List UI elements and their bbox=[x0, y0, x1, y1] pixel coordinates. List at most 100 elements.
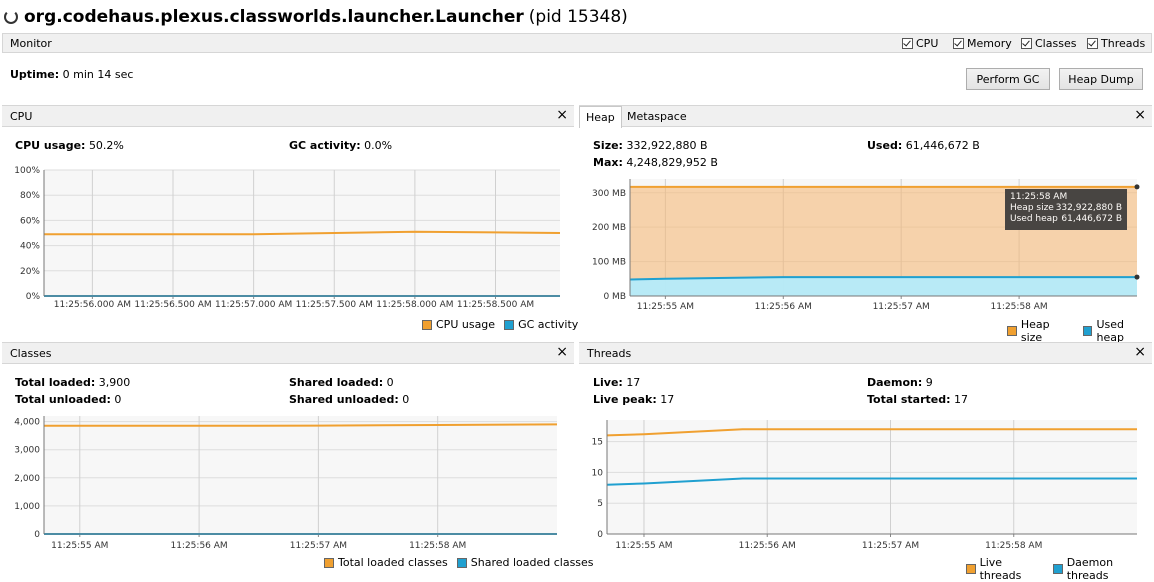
legend-label: Total loaded classes bbox=[338, 556, 448, 569]
checkbox-label: CPU bbox=[916, 37, 939, 50]
checkbox-memory[interactable]: Memory bbox=[953, 37, 1012, 50]
checkbox-checked-icon bbox=[953, 38, 964, 49]
total-started-stat: Total started: 17 bbox=[867, 393, 968, 406]
heap-tooltip: 11:25:58 AM Heap size 332,922,880 B Used … bbox=[1005, 189, 1127, 230]
legend-swatch bbox=[324, 557, 334, 568]
x-tick-label: 11:25:56 AM bbox=[170, 541, 227, 551]
stat-label: Max: bbox=[593, 156, 623, 169]
close-icon[interactable]: × bbox=[1134, 344, 1146, 360]
tab-heap[interactable]: Heap bbox=[579, 106, 622, 128]
close-icon[interactable]: × bbox=[556, 344, 568, 360]
legend-label: CPU usage bbox=[436, 318, 496, 331]
uptime-value: 0 min 14 sec bbox=[62, 68, 134, 81]
y-tick-label: 5 bbox=[597, 499, 603, 509]
stat-label: Total started: bbox=[867, 393, 951, 406]
stat-label: GC activity: bbox=[289, 139, 361, 152]
y-tick-label: 200 MB bbox=[592, 223, 626, 233]
heap-legend: Heap size Used heap bbox=[1007, 318, 1154, 344]
panel-title: Classes bbox=[10, 347, 52, 360]
checkbox-label: Threads bbox=[1101, 37, 1146, 50]
cpu-legend: CPU usage GC activity bbox=[422, 318, 578, 331]
checkbox-label: Memory bbox=[967, 37, 1012, 50]
uptime-label: Uptime: bbox=[10, 68, 60, 81]
cpu-panel-header: CPU × bbox=[2, 105, 574, 127]
checkbox-checked-icon bbox=[902, 38, 913, 49]
stat-label: Daemon: bbox=[867, 376, 923, 389]
legend-swatch bbox=[422, 319, 432, 330]
stat-label: Total loaded: bbox=[15, 376, 96, 389]
stat-label: Size: bbox=[593, 139, 623, 152]
classes-chart: 0 1,000 2,000 3,000 4,000 11:25:55 AM 11:25:56… bbox=[14, 416, 558, 551]
threads-panel-header: Threads × bbox=[579, 342, 1152, 364]
daemon-stat: Daemon: 9 bbox=[867, 376, 933, 389]
heap-size-stat: Size: 332,922,880 B bbox=[593, 139, 708, 152]
stat-value: 9 bbox=[925, 376, 933, 389]
stat-value: 332,922,880 B bbox=[626, 139, 708, 152]
legend-label: Used heap bbox=[1096, 318, 1125, 344]
y-tick-label: 15 bbox=[592, 438, 603, 448]
checkbox-classes[interactable]: Classes bbox=[1021, 37, 1076, 50]
monitor-label: Monitor bbox=[10, 37, 52, 50]
stat-label: Live peak: bbox=[593, 393, 657, 406]
plot-background bbox=[607, 420, 1137, 534]
heap-dump-button[interactable]: Heap Dump bbox=[1059, 68, 1143, 90]
stat-value: 17 bbox=[626, 376, 641, 389]
stat-label: CPU usage: bbox=[15, 139, 86, 152]
live-stat: Live: 17 bbox=[593, 376, 640, 389]
stat-value: 0 bbox=[114, 393, 122, 406]
threads-legend: Live threads Daemon threads bbox=[966, 556, 1154, 582]
x-tick-label: 11:25:57 AM bbox=[862, 541, 919, 551]
stat-value: 50.2% bbox=[88, 139, 124, 152]
close-icon[interactable]: × bbox=[1134, 107, 1146, 123]
legend-swatch bbox=[504, 319, 515, 330]
legend-label: Heap size bbox=[1020, 318, 1050, 344]
x-tick-label: 11:25:57.500 AM bbox=[296, 300, 373, 310]
heap-max-stat: Max: 4,248,829,952 B bbox=[593, 156, 718, 169]
checkbox-label: Classes bbox=[1035, 37, 1077, 50]
series-end-point bbox=[1134, 184, 1140, 190]
classes-legend: Total loaded classes Shared loaded class… bbox=[324, 556, 594, 569]
stat-value: 0 bbox=[402, 393, 410, 406]
legend-swatch bbox=[966, 564, 976, 574]
tooltip-value: 61,446,672 B bbox=[1061, 214, 1122, 224]
perform-gc-button[interactable]: Perform GC bbox=[966, 68, 1050, 90]
x-tick-label: 11:25:58 AM bbox=[990, 302, 1047, 312]
legend-label: Shared loaded classes bbox=[470, 556, 594, 569]
stat-value: 61,446,672 B bbox=[905, 139, 980, 152]
stat-label: Shared loaded: bbox=[289, 376, 384, 389]
x-tick-label: 11:25:58.500 AM bbox=[457, 300, 534, 310]
panel-title: CPU bbox=[10, 110, 33, 123]
y-tick-label: 300 MB bbox=[592, 189, 626, 199]
series-area-used-heap bbox=[630, 277, 1137, 296]
tooltip-label: Heap size bbox=[1010, 203, 1054, 213]
legend-swatch bbox=[1053, 564, 1063, 574]
y-tick-label: 3,000 bbox=[14, 446, 40, 456]
tab-metaspace[interactable]: Metaspace bbox=[621, 106, 693, 127]
x-tick-label: 11:25:55 AM bbox=[615, 541, 672, 551]
y-tick-label: 1,000 bbox=[14, 502, 40, 512]
legend-swatch bbox=[1007, 326, 1017, 336]
x-tick-label: 11:25:56.000 AM bbox=[54, 300, 131, 310]
x-tick-label: 11:25:57 AM bbox=[873, 302, 930, 312]
checkbox-threads[interactable]: Threads bbox=[1087, 37, 1145, 50]
x-tick-label: 11:25:57.000 AM bbox=[215, 300, 292, 310]
y-tick-label: 80% bbox=[20, 191, 40, 201]
stat-label: Live: bbox=[593, 376, 623, 389]
legend-swatch bbox=[456, 557, 467, 568]
heap-panel-header: Heap Metaspace × bbox=[579, 105, 1152, 128]
y-tick-label: 2,000 bbox=[14, 474, 40, 484]
x-tick-label: 11:25:55 AM bbox=[51, 541, 108, 551]
cpu-chart: 0%20%40%60%80%100%11:25:56.000 AM 11:25:5… bbox=[14, 166, 561, 310]
x-tick-label: 11:25:56 AM bbox=[755, 302, 812, 312]
y-tick-label: 100 MB bbox=[592, 258, 626, 268]
checkbox-cpu[interactable]: CPU bbox=[902, 37, 938, 50]
stat-value: 4,248,829,952 B bbox=[626, 156, 718, 169]
legend-label: Daemon threads bbox=[1066, 556, 1114, 582]
total-unloaded-stat: Total unloaded: 0 bbox=[15, 393, 121, 406]
shared-unloaded-stat: Shared unloaded: 0 bbox=[289, 393, 409, 406]
stat-label: Used: bbox=[867, 139, 903, 152]
tooltip-value: 332,922,880 B bbox=[1055, 203, 1122, 213]
close-icon[interactable]: × bbox=[556, 107, 568, 123]
panel-title: Threads bbox=[587, 347, 632, 360]
y-tick-label: 4,000 bbox=[14, 418, 40, 428]
